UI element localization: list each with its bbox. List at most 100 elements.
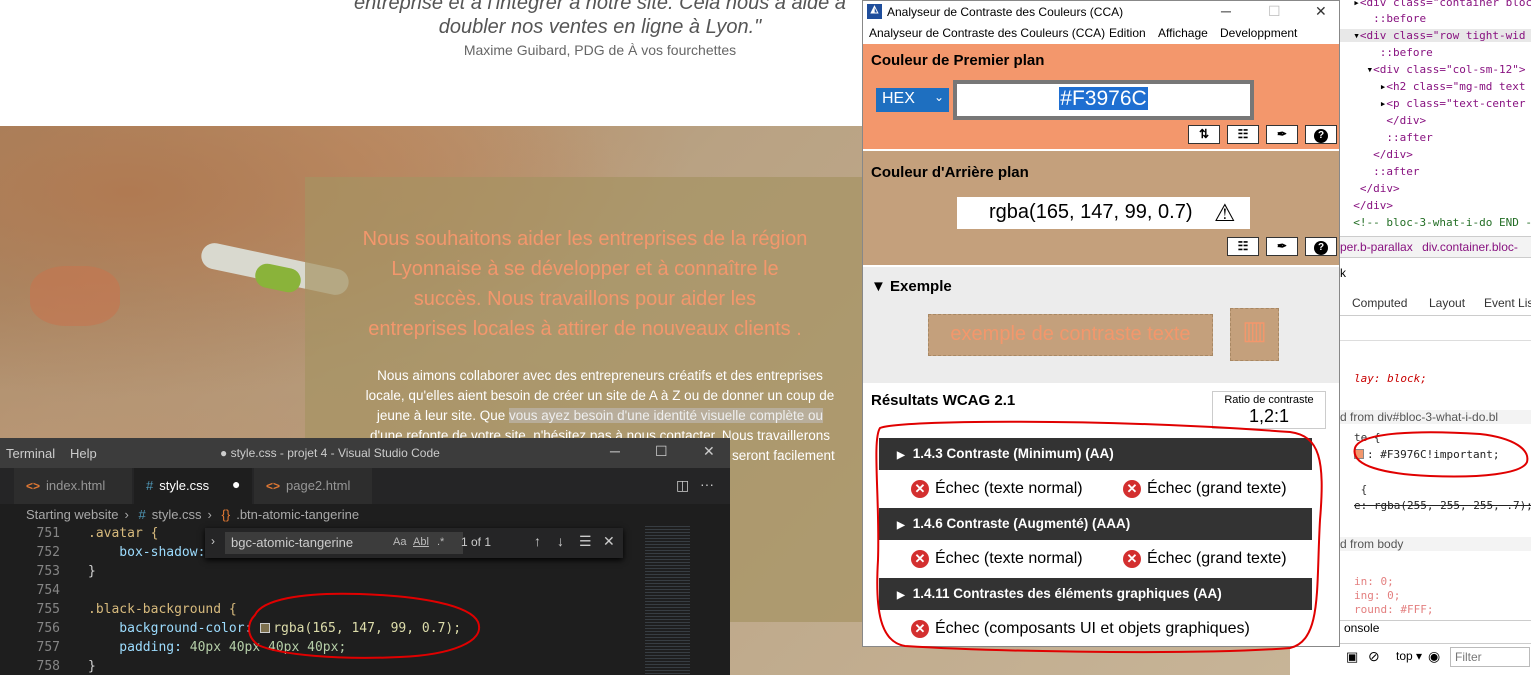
close-icon[interactable]: ✕ (603, 533, 615, 550)
foreground-picker-button[interactable]: ✒ (1266, 125, 1298, 144)
maximize-icon[interactable]: ☐ (1268, 3, 1281, 20)
background-color-value: rgba(165, 147, 99, 0.7) (989, 201, 1193, 223)
arrow-down-icon[interactable]: ↓ (557, 533, 564, 549)
menu-help[interactable]: Help (70, 446, 97, 461)
tab-computed[interactable]: Computed (1352, 296, 1407, 310)
color-sliders-button[interactable]: ☷ (1227, 237, 1259, 256)
swap-colors-button[interactable]: ⇅ (1188, 125, 1220, 144)
css-declaration[interactable]: lay: block; (1354, 372, 1427, 385)
dom-node[interactable]: ▸<div class="container bloc- (1340, 0, 1531, 9)
dom-node[interactable]: </div> (1340, 199, 1393, 212)
css-property: background-color: (88, 621, 253, 636)
foreground-help-button[interactable]: ? (1305, 125, 1337, 144)
divider (1340, 340, 1531, 341)
criterion-1-4-3-header[interactable]: ▶ 1.4.3 Contraste (Minimum) (AA) (879, 438, 1312, 470)
color-swatch[interactable] (260, 623, 271, 633)
menu-edition[interactable]: Edition (1109, 26, 1146, 40)
menu-affichage[interactable]: Affichage (1158, 26, 1208, 40)
paragraph-line: jeune à leur site. Que vous ayez besoin … (330, 408, 870, 423)
minimize-icon[interactable]: ─ (1221, 3, 1231, 19)
code-text: } (88, 659, 96, 674)
dom-node[interactable]: </div> (1340, 182, 1400, 195)
color-format-value: HEX (882, 90, 915, 107)
dom-node[interactable]: ::after (1340, 131, 1432, 144)
breadcrumb-item[interactable]: Starting website (26, 507, 119, 522)
unsaved-dot-icon[interactable]: ● (232, 476, 240, 492)
dom-node[interactable]: ::before (1340, 46, 1433, 59)
css-declaration[interactable]: in: 0; (1354, 575, 1394, 588)
window-title: Analyseur de Contraste des Couleurs (CCA… (887, 5, 1124, 19)
css-selector[interactable]: { (1354, 483, 1368, 496)
menu-app[interactable]: Analyseur de Contraste des Couleurs (CCA… (869, 26, 1105, 40)
dom-node[interactable]: </div> (1340, 114, 1426, 127)
tab-event-listeners[interactable]: Event Lis (1484, 296, 1531, 310)
dom-indent (1340, 12, 1373, 25)
warning-icon[interactable]: ⚠ (1214, 199, 1236, 228)
split-editor-icon[interactable]: ◫ (676, 477, 689, 494)
tab-page2-html[interactable]: <> page2.html (254, 468, 372, 504)
menu-terminal[interactable]: Terminal (6, 446, 55, 461)
menu-development[interactable]: Developpment (1220, 26, 1297, 40)
styles-tab-fragment[interactable]: k (1340, 266, 1346, 280)
toggle-replace-icon[interactable]: › (211, 534, 215, 548)
dom-node[interactable]: ::before (1340, 12, 1426, 25)
whole-word-toggle[interactable]: Abl (413, 536, 429, 548)
tab-style-css[interactable]: # style.css ● (134, 468, 252, 504)
color-format-select[interactable]: HEX ⌄ (876, 88, 949, 112)
dom-indent: ▾ (1340, 29, 1360, 42)
clear-console-icon[interactable]: ⊘ (1368, 648, 1380, 665)
foreground-color-input[interactable]: #F3976C (957, 84, 1250, 116)
tab-layout[interactable]: Layout (1429, 296, 1465, 310)
color-sliders-button[interactable]: ☷ (1227, 125, 1259, 144)
find-in-selection-icon[interactable]: ☰ (579, 533, 592, 550)
background-color-input[interactable]: rgba(165, 147, 99, 0.7) ⚠ (957, 197, 1250, 229)
breadcrumb: Starting website › # style.css › {} .btn-ato… (0, 504, 730, 526)
fail-icon: ✕ (1123, 480, 1141, 498)
criterion-1-4-11-header[interactable]: ▶ 1.4.11 Contrastes des éléments graphiqu… (879, 578, 1312, 610)
dom-node-selected[interactable]: ▾<div class="row tight-wid (1340, 29, 1531, 42)
devtools-breadcrumb: per.b-parallax div.container.bloc- (1340, 236, 1531, 258)
background-help-button[interactable]: ? (1305, 237, 1337, 256)
breadcrumb-item[interactable]: style.css (152, 507, 202, 522)
dom-node[interactable]: </div> (1340, 148, 1413, 161)
regex-toggle[interactable]: .* (437, 536, 444, 548)
line-number: 757 (36, 640, 60, 655)
dom-node[interactable]: ▾<div class="col-sm-12"> (1340, 63, 1525, 76)
dom-node[interactable]: ▸<h2 class="mg-md text (1340, 80, 1526, 93)
maximize-icon[interactable]: ☐ (655, 443, 668, 460)
find-widget: › bgc-atomic-tangerine Aa Abl .* 1 of 1 … (205, 528, 623, 558)
contrast-ratio-box: Ratio de contraste 1,2:1 (1212, 391, 1326, 429)
arrow-up-icon[interactable]: ↑ (534, 533, 541, 549)
eye-icon[interactable]: ◉ (1428, 648, 1440, 665)
match-case-toggle[interactable]: Aa (393, 536, 406, 548)
background-picker-button[interactable]: ✒ (1266, 237, 1298, 256)
minimap[interactable] (645, 526, 690, 675)
close-icon[interactable]: ✕ (703, 443, 715, 460)
dom-node[interactable]: ▸<p class="text-center (1340, 97, 1526, 110)
console-filter-input[interactable]: Filter (1450, 647, 1530, 667)
crumb-item[interactable]: div.container.bloc- (1422, 240, 1518, 254)
css-declaration[interactable]: ing: 0; (1354, 589, 1400, 602)
background-heading: Couleur d'Arrière plan (871, 164, 1029, 181)
help-icon: ? (1314, 129, 1328, 143)
paragraph-line: Nous aimons collaborer avec des entrepre… (377, 368, 823, 383)
criterion-1-4-6-header[interactable]: ▶ 1.4.6 Contraste (Augmenté) (AAA) (879, 508, 1312, 540)
tab-index-html[interactable]: <> index.html (14, 468, 132, 504)
crumb-item[interactable]: per.b-parallax (1340, 240, 1413, 254)
sidebar-toggle-icon[interactable]: ▣ (1346, 649, 1358, 665)
dom-comment[interactable]: <!-- bloc-3-what-i-do END --> (1340, 216, 1531, 229)
breadcrumb-item[interactable]: .btn-atomic-tangerine (236, 507, 359, 522)
more-actions-icon[interactable]: ··· (700, 476, 714, 492)
css-selector[interactable]: te { (1354, 431, 1381, 444)
foreground-heading: Couleur de Premier plan (871, 52, 1045, 69)
minimize-icon[interactable]: ─ (610, 443, 620, 459)
color-swatch[interactable] (1354, 449, 1364, 459)
close-icon[interactable]: ✕ (1315, 3, 1327, 20)
context-selector[interactable]: top ▾ (1396, 649, 1422, 663)
css-declaration[interactable]: e: rgba(255, 255, 255, .7); (1354, 499, 1531, 512)
console-drawer-tab[interactable]: onsole (1340, 620, 1531, 638)
css-declaration[interactable]: : #F3976C!important; (1354, 448, 1499, 461)
example-toggle[interactable]: ▼ Exemple (871, 278, 952, 295)
dom-node[interactable]: ::after (1340, 165, 1419, 178)
css-declaration[interactable]: round: #FFF; (1354, 603, 1433, 616)
